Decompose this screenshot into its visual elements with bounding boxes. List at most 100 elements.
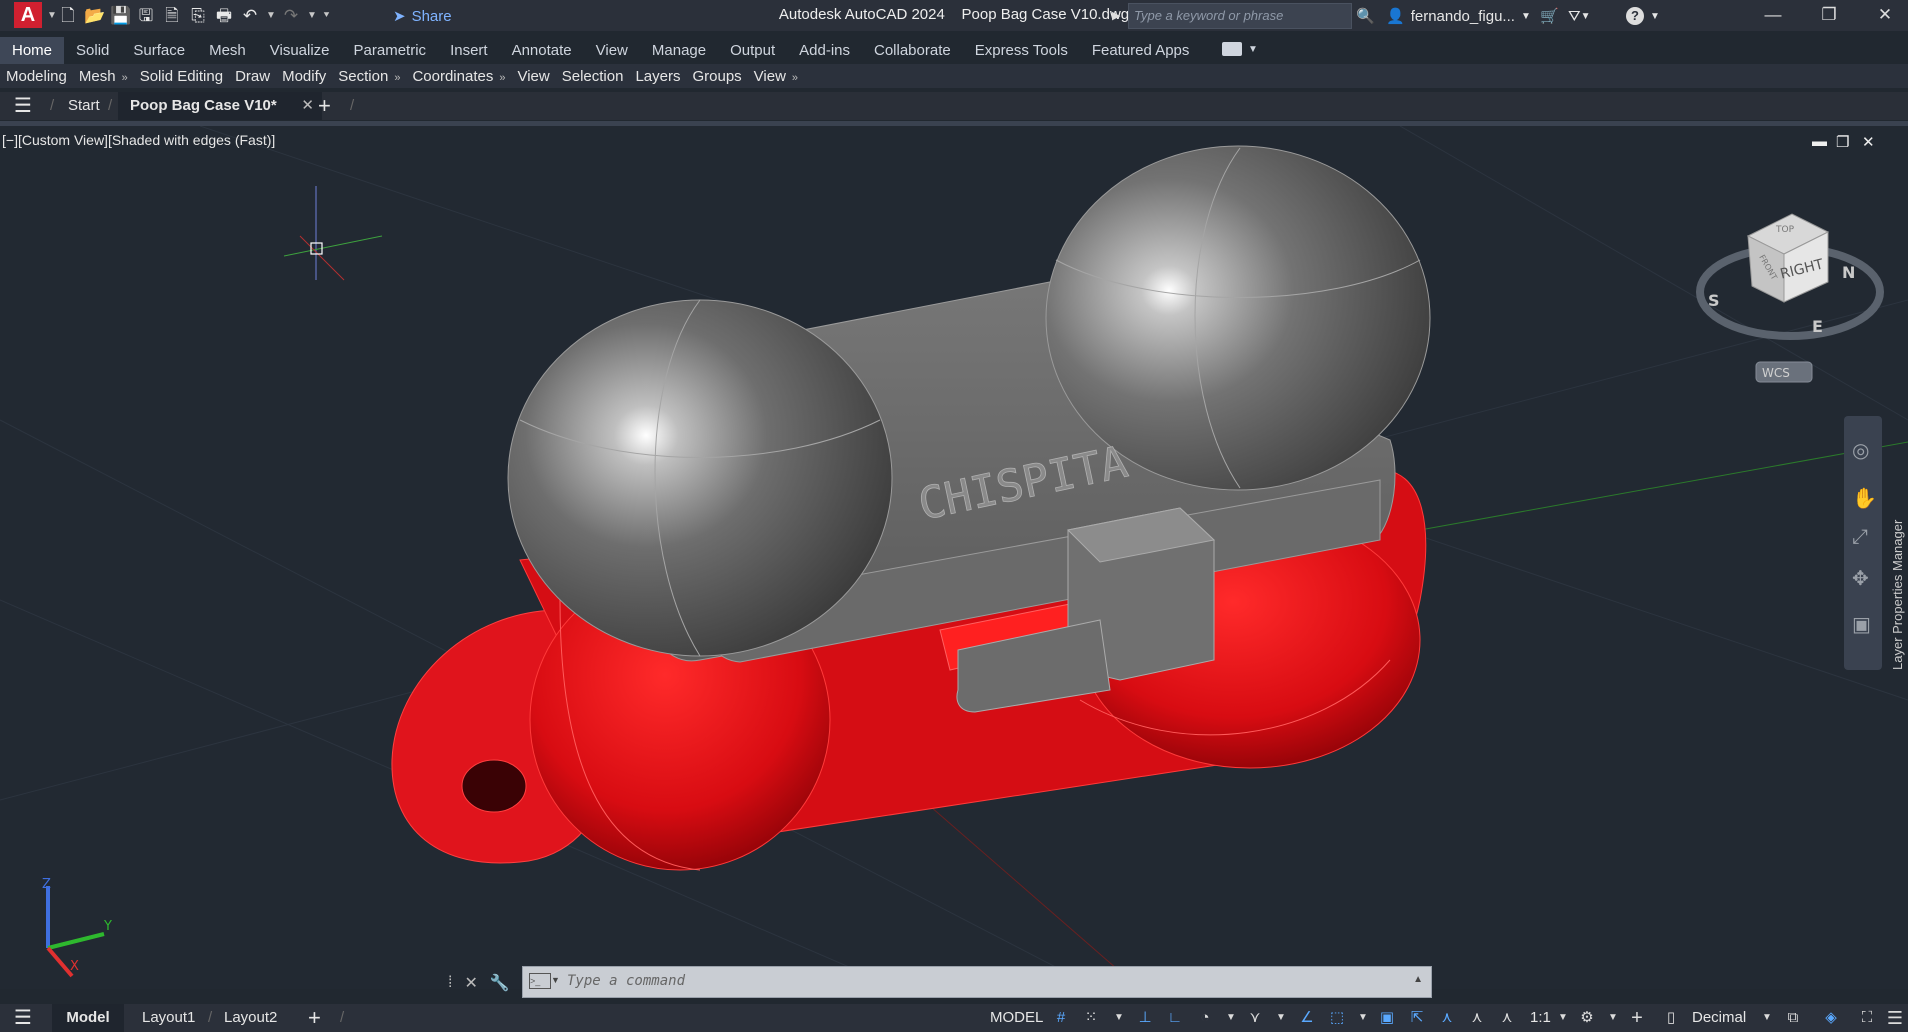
ribbon-panel-section[interactable]: Section » bbox=[332, 68, 406, 85]
close-window-icon[interactable]: ✕ bbox=[1862, 2, 1908, 28]
drawing-viewport[interactable]: CHISPITA Z Y X RIGHT TOP FRONT S N E WCS bbox=[0, 126, 1908, 989]
undo-icon[interactable]: ↶ bbox=[240, 6, 260, 26]
viewport-close-icon[interactable]: ✕ bbox=[1862, 133, 1875, 151]
3d-object-snap-icon[interactable]: ▣ bbox=[1376, 1008, 1398, 1028]
ribbon-tab-express-tools[interactable]: Express Tools bbox=[963, 37, 1080, 64]
object-snap-icon[interactable]: ⬚ bbox=[1326, 1008, 1348, 1028]
app-menu-dropdown-icon[interactable]: ▼ bbox=[47, 10, 57, 21]
ribbon-panel-solid-editing[interactable]: Solid Editing bbox=[134, 68, 229, 85]
undo-dropdown-icon[interactable]: ▼ bbox=[266, 10, 276, 21]
dynamic-ucs-icon[interactable]: ⇱ bbox=[1406, 1008, 1428, 1028]
polar-tracking-icon[interactable]: ◔ bbox=[1194, 1008, 1216, 1028]
ribbon-tab-insert[interactable]: Insert bbox=[438, 37, 500, 64]
grid-icon[interactable]: # bbox=[1050, 1008, 1072, 1028]
workspace-switch-icon[interactable] bbox=[1222, 42, 1242, 56]
viewcube[interactable]: RIGHT TOP FRONT S N E bbox=[1696, 213, 1884, 340]
open-file-icon[interactable]: 📂 bbox=[84, 6, 105, 26]
viewport-minimize-icon[interactable]: ▬ bbox=[1812, 133, 1827, 150]
new-file-icon[interactable]: 🗋 bbox=[58, 6, 78, 26]
isolate-objects-icon[interactable]: ◈ bbox=[1820, 1008, 1842, 1028]
file-tabs-menu-icon[interactable]: ☰ bbox=[14, 92, 32, 120]
tab-start[interactable]: Start bbox=[68, 92, 100, 120]
ribbon-tab-home[interactable]: Home bbox=[0, 37, 65, 64]
viewport-controls-label[interactable]: [−][Custom View][Shaded with edges (Fast… bbox=[2, 132, 275, 148]
layer-properties-palette-tab[interactable]: Layer Properties Manager bbox=[1888, 470, 1908, 670]
ribbon-tab-manage[interactable]: Manage bbox=[640, 37, 718, 64]
ribbon-panel-coordinates[interactable]: Coordinates » bbox=[406, 68, 511, 85]
layout-menu-icon[interactable]: ☰ bbox=[14, 1004, 32, 1032]
minimize-window-icon[interactable]: — bbox=[1750, 2, 1796, 28]
recent-commands-icon[interactable]: >_ bbox=[529, 973, 551, 989]
infer-constraints-icon[interactable]: ⊥ bbox=[1134, 1008, 1156, 1028]
snap-dropdown-icon[interactable]: ▼ bbox=[1108, 1008, 1130, 1028]
ribbon-panel-mesh[interactable]: Mesh » bbox=[73, 68, 134, 85]
customization-menu-icon[interactable]: ☰ bbox=[1884, 1008, 1906, 1028]
orbit-icon[interactable]: ✥ bbox=[1852, 566, 1869, 591]
close-tab-icon[interactable]: ✕ bbox=[301, 92, 314, 120]
search-expand-icon[interactable]: ▶ bbox=[1112, 9, 1120, 22]
cart-icon[interactable]: 🛒 bbox=[1540, 5, 1559, 27]
units-icon[interactable]: ▯ bbox=[1660, 1008, 1682, 1028]
close-command-line-icon[interactable]: ✕ bbox=[464, 973, 477, 993]
share-button[interactable]: ➤ Share bbox=[393, 6, 452, 26]
ribbon-tab-view[interactable]: View bbox=[584, 37, 640, 64]
ribbon-panel-modify[interactable]: Modify bbox=[276, 68, 332, 85]
snap-icon[interactable]: ⁙ bbox=[1080, 1008, 1102, 1028]
redo-icon[interactable]: ↷ bbox=[281, 6, 301, 26]
panel-expand-icon[interactable]: » bbox=[394, 72, 400, 84]
annotation-visibility-icon[interactable]: ⋏ bbox=[1436, 1008, 1458, 1028]
ribbon-tab-parametric[interactable]: Parametric bbox=[342, 37, 439, 64]
workspace-dropdown-icon[interactable]: ▼ bbox=[1602, 1008, 1624, 1028]
command-history-icon[interactable]: ▲ bbox=[1413, 974, 1423, 985]
plot-icon[interactable]: 🖶 bbox=[214, 6, 234, 26]
steering-wheel-icon[interactable]: ◎ bbox=[1852, 438, 1869, 463]
isometric-dropdown-icon[interactable]: ▼ bbox=[1270, 1008, 1292, 1028]
fullscreen-icon[interactable]: ⛶ bbox=[1856, 1008, 1878, 1028]
recent-commands-dropdown-icon[interactable]: ▼ bbox=[551, 975, 560, 985]
workspace-dropdown-icon[interactable]: ▼ bbox=[1248, 44, 1258, 55]
pan-icon[interactable]: ✋ bbox=[1852, 486, 1877, 511]
ribbon-tab-annotate[interactable]: Annotate bbox=[500, 37, 584, 64]
save-to-web-icon[interactable]: 🗎 bbox=[162, 6, 182, 26]
new-layout-icon[interactable]: + bbox=[308, 1004, 321, 1032]
command-input[interactable]: >_ ▼ Type a command ▲ bbox=[522, 966, 1432, 998]
customize-qat-icon[interactable]: ⯆ bbox=[322, 10, 331, 21]
zoom-extents-icon[interactable]: ⤢ bbox=[1852, 526, 1868, 549]
annotation-monitor-icon[interactable]: + bbox=[1626, 1008, 1648, 1028]
ribbon-tab-solid[interactable]: Solid bbox=[64, 37, 121, 64]
drag-handle-icon[interactable]: ⁞ bbox=[448, 974, 452, 992]
tab-layout1[interactable]: Layout1 bbox=[142, 1004, 195, 1032]
annotation-scale-value[interactable]: 1:1 bbox=[1530, 1004, 1551, 1032]
workspace-gear-icon[interactable]: ⚙ bbox=[1576, 1008, 1598, 1028]
ribbon-panel-draw[interactable]: Draw bbox=[229, 68, 276, 85]
user-menu[interactable]: 👤 fernando_figu... ▼ bbox=[1386, 5, 1531, 27]
search-icon[interactable]: 🔍 bbox=[1356, 5, 1375, 27]
ribbon-panel-layers[interactable]: Layers bbox=[629, 68, 686, 85]
model-space-toggle[interactable]: MODEL bbox=[990, 1004, 1043, 1032]
panel-expand-icon[interactable]: » bbox=[792, 72, 798, 84]
ribbon-tab-add-ins[interactable]: Add-ins bbox=[787, 37, 862, 64]
panel-expand-icon[interactable]: » bbox=[499, 72, 505, 84]
ribbon-tab-collaborate[interactable]: Collaborate bbox=[862, 37, 963, 64]
import-icon[interactable]: ⎘ bbox=[188, 6, 208, 26]
ortho-icon[interactable]: ∟ bbox=[1164, 1008, 1186, 1028]
customize-command-icon[interactable]: 🔧 bbox=[490, 973, 510, 993]
units-value[interactable]: Decimal bbox=[1692, 1004, 1746, 1032]
ribbon-tab-output[interactable]: Output bbox=[718, 37, 787, 64]
ribbon-panel-view[interactable]: View bbox=[511, 68, 555, 85]
tab-layout2[interactable]: Layout2 bbox=[224, 1004, 277, 1032]
save-as-icon[interactable]: 🖫 bbox=[136, 6, 156, 26]
ribbon-panel-modeling[interactable]: Modeling bbox=[0, 68, 73, 85]
annotation-scale-icon[interactable]: ⋏ bbox=[1496, 1008, 1518, 1028]
object-snap-tracking-icon[interactable]: ∠ bbox=[1296, 1008, 1318, 1028]
object-snap-dropdown-icon[interactable]: ▼ bbox=[1352, 1008, 1374, 1028]
autodesk-app-icon[interactable]: ⛛ ▼ bbox=[1568, 5, 1591, 27]
quick-properties-icon[interactable]: ⧉ bbox=[1782, 1008, 1804, 1028]
ribbon-panel-view[interactable]: View » bbox=[748, 68, 804, 85]
ribbon-tab-featured-apps[interactable]: Featured Apps bbox=[1080, 37, 1202, 64]
save-icon[interactable]: 💾 bbox=[110, 6, 131, 26]
new-tab-icon[interactable]: + bbox=[318, 92, 331, 120]
showmotion-icon[interactable]: ▣ bbox=[1852, 612, 1871, 637]
auto-scale-icon[interactable]: ⋏ bbox=[1466, 1008, 1488, 1028]
ribbon-tab-surface[interactable]: Surface bbox=[121, 37, 197, 64]
